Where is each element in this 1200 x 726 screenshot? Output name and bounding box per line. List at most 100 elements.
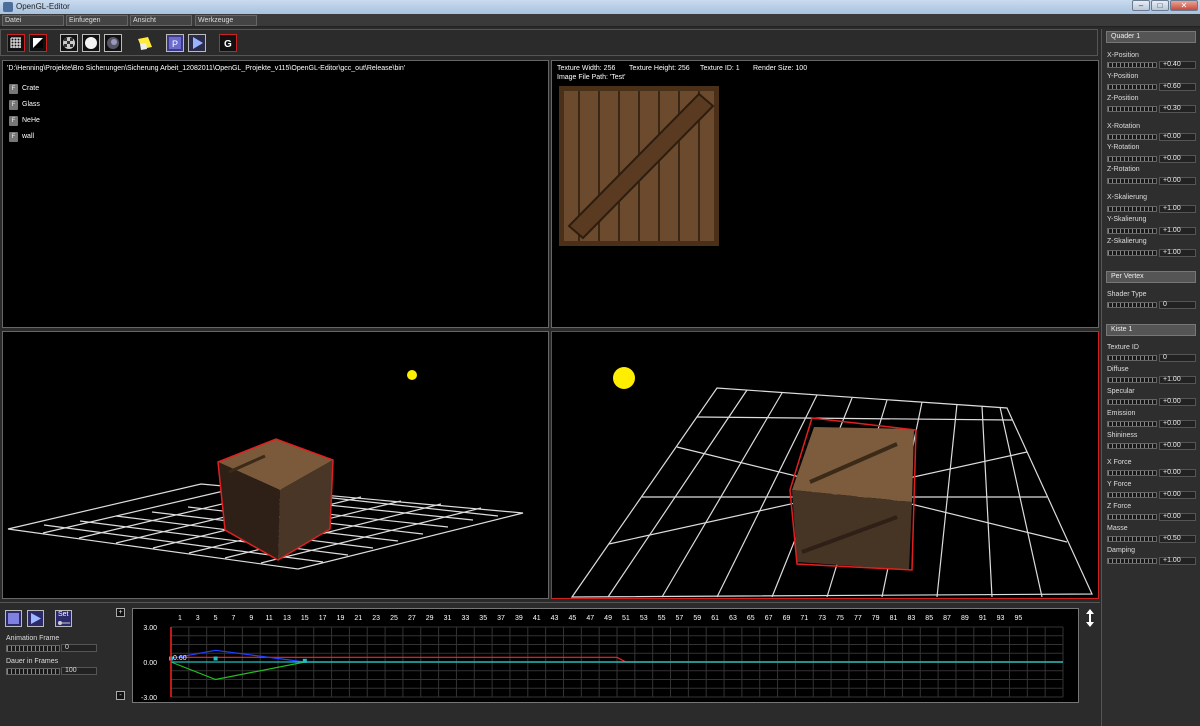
- p-icon-label: P: [172, 39, 178, 49]
- g-icon[interactable]: G: [219, 34, 237, 52]
- shader-type-value[interactable]: 0: [1159, 301, 1196, 309]
- play-icon[interactable]: [188, 34, 206, 52]
- emission-slider[interactable]: [1107, 421, 1157, 427]
- x-tick-label: 17: [319, 615, 327, 622]
- title-bar: OpenGL-Editor – □ ✕: [0, 0, 1200, 14]
- duration-label: Dauer in Frames: [6, 658, 59, 665]
- texture-viewport[interactable]: Texture Width: 256 Texture Height: 256 T…: [551, 60, 1099, 328]
- close-icon[interactable]: ✕: [1170, 0, 1198, 11]
- y-scale-slider[interactable]: [1107, 228, 1157, 234]
- key-icon: [58, 621, 70, 625]
- viewport-perspective-left[interactable]: [2, 331, 549, 599]
- x-scale-slider[interactable]: [1107, 206, 1157, 212]
- z-position-slider[interactable]: [1107, 106, 1157, 112]
- prop-label: Damping: [1107, 547, 1136, 554]
- set-label: Set: [58, 611, 69, 618]
- specular-value[interactable]: +0.00: [1159, 398, 1196, 406]
- specular-slider[interactable]: [1107, 399, 1157, 405]
- masse-slider[interactable]: [1107, 536, 1157, 542]
- grid-icon[interactable]: [7, 34, 25, 52]
- file-browser-viewport[interactable]: 'D:\Henning\Projekte\Bro Sicherungen\Sic…: [2, 60, 549, 328]
- damping-value[interactable]: +1.00: [1159, 557, 1196, 565]
- y-rotation-slider[interactable]: [1107, 156, 1157, 162]
- shading-mode-dropdown[interactable]: Per Vertex: [1106, 271, 1196, 283]
- menu-werkzeuge[interactable]: Werkzeuge: [195, 15, 257, 26]
- object-name-header[interactable]: Quader 1: [1106, 31, 1196, 43]
- x-tick-label: 5: [214, 615, 218, 622]
- menu-datei[interactable]: Datei: [2, 15, 64, 26]
- shininess-value[interactable]: +0.00: [1159, 442, 1196, 450]
- prop-label: Texture ID: [1107, 344, 1139, 351]
- p-icon[interactable]: P: [166, 34, 184, 52]
- file-name: Crate: [22, 85, 40, 92]
- play-button[interactable]: [27, 610, 44, 627]
- z-scale-slider[interactable]: [1107, 250, 1157, 256]
- checker-icon[interactable]: [60, 34, 78, 52]
- duration-value[interactable]: 100: [61, 667, 97, 675]
- x-tick-label: 87: [943, 615, 951, 622]
- contrast-icon[interactable]: [29, 34, 47, 52]
- x-tick-label: 63: [729, 615, 737, 622]
- x-force-slider[interactable]: [1107, 470, 1157, 476]
- y-force-value[interactable]: +0.00: [1159, 491, 1196, 499]
- app-icon: [3, 2, 13, 12]
- y-position-value[interactable]: +0.60: [1159, 83, 1196, 91]
- sphere-blue-icon[interactable]: [104, 34, 122, 52]
- menu-einfuegen[interactable]: Einfuegen: [66, 15, 128, 26]
- prop-label: Z-Position: [1107, 95, 1139, 102]
- y-position-slider[interactable]: [1107, 84, 1157, 90]
- masse-value[interactable]: +0.50: [1159, 535, 1196, 543]
- x-tick-label: 33: [461, 615, 469, 622]
- shininess-slider[interactable]: [1107, 443, 1157, 449]
- vertical-resize-icon[interactable]: [1085, 609, 1095, 627]
- x-scale-value[interactable]: +1.00: [1159, 205, 1196, 213]
- zoom-in-button[interactable]: +: [116, 608, 125, 617]
- texture-id-slider[interactable]: [1107, 355, 1157, 361]
- keyframe-timeline[interactable]: 1 3 5 7 9 11 13 15 17 19 21 23 25 27 29 31 33 35 37 39 41 43 4…: [132, 608, 1079, 703]
- duration-slider[interactable]: [6, 668, 60, 675]
- x-tick-label: 91: [979, 615, 987, 622]
- x-tick-label: 23: [372, 615, 380, 622]
- diffuse-slider[interactable]: [1107, 377, 1157, 383]
- diffuse-value[interactable]: +1.00: [1159, 376, 1196, 384]
- keyframe-marker: [213, 656, 218, 661]
- z-scale-value[interactable]: +1.00: [1159, 249, 1196, 257]
- z-rotation-value[interactable]: +0.00: [1159, 177, 1196, 185]
- maximize-icon[interactable]: □: [1151, 0, 1169, 11]
- animation-frame-slider[interactable]: [6, 645, 60, 652]
- x-position-slider[interactable]: [1107, 62, 1157, 68]
- zoom-out-button[interactable]: -: [116, 691, 125, 700]
- damping-slider[interactable]: [1107, 558, 1157, 564]
- prop-label: Y-Position: [1107, 73, 1139, 80]
- emission-value[interactable]: +0.00: [1159, 420, 1196, 428]
- toolbar: P G: [0, 29, 1098, 56]
- menu-ansicht[interactable]: Ansicht: [130, 15, 192, 26]
- y-scale-value[interactable]: +1.00: [1159, 227, 1196, 235]
- x-rotation-value[interactable]: +0.00: [1159, 133, 1196, 141]
- shader-type-slider[interactable]: [1107, 302, 1157, 308]
- y-rotation-value[interactable]: +0.00: [1159, 155, 1196, 163]
- set-keyframe-button[interactable]: Set: [55, 610, 72, 627]
- animation-frame-value[interactable]: 0: [61, 644, 97, 652]
- scene-left: [7, 370, 524, 570]
- x-rotation-slider[interactable]: [1107, 134, 1157, 140]
- sphere-white-icon[interactable]: [82, 34, 100, 52]
- x-tick-label: 47: [586, 615, 594, 622]
- z-rotation-slider[interactable]: [1107, 178, 1157, 184]
- x-tick-label: 51: [622, 615, 630, 622]
- z-force-value[interactable]: +0.00: [1159, 513, 1196, 521]
- minimize-icon[interactable]: –: [1132, 0, 1150, 11]
- texture-id-value[interactable]: 0: [1159, 354, 1196, 362]
- z-force-slider[interactable]: [1107, 514, 1157, 520]
- light-icon[interactable]: [135, 34, 153, 52]
- x-tick-label: 69: [783, 615, 791, 622]
- x-position-value[interactable]: +0.40: [1159, 61, 1196, 69]
- render-size: Render Size: 100: [753, 65, 808, 72]
- stop-button[interactable]: [5, 610, 22, 627]
- shader-type-label: Shader Type: [1107, 291, 1147, 298]
- x-force-value[interactable]: +0.00: [1159, 469, 1196, 477]
- material-name-header[interactable]: Kiste 1: [1106, 324, 1196, 336]
- z-position-value[interactable]: +0.30: [1159, 105, 1196, 113]
- viewport-perspective-right[interactable]: [551, 331, 1099, 599]
- y-force-slider[interactable]: [1107, 492, 1157, 498]
